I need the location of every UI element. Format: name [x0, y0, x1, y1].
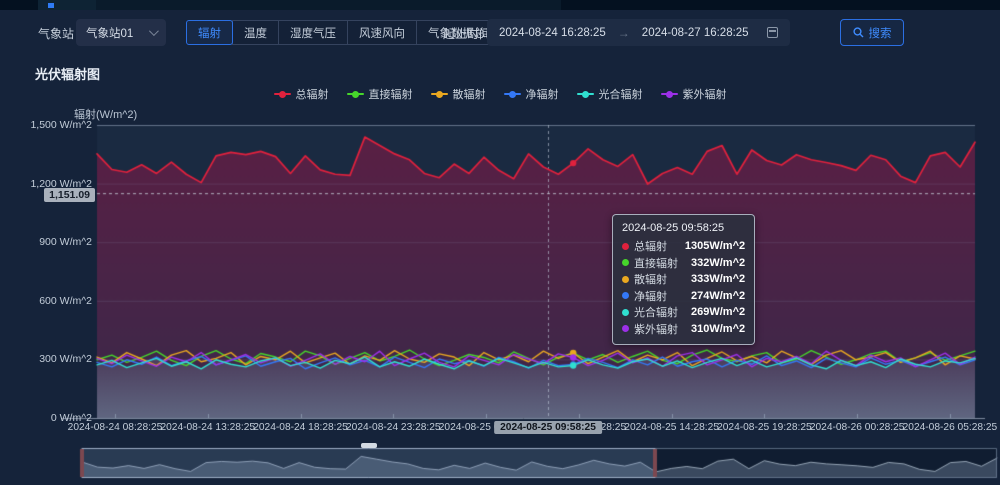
axis-pointer-label: 2024-08-25 09:58:25 [494, 421, 602, 434]
series-dot-icon [622, 292, 629, 299]
range-start-value[interactable]: 2024-08-24 16:28:25 [499, 27, 606, 39]
legend-marker [347, 90, 364, 98]
datazoom-drag-handle[interactable] [361, 443, 377, 448]
station-label: 气象站 [38, 25, 74, 42]
range-end-value[interactable]: 2024-08-27 16:28:25 [642, 27, 749, 39]
x-axis-label: 2024-08-25 19:28:25 [717, 422, 812, 433]
tooltip-row: 散辐射 333W/m^2 [622, 271, 745, 288]
tooltip: 2024-08-25 09:58:25 总辐射 1305W/m^2 直接辐射 3… [612, 214, 755, 345]
legend-item-par-radiation[interactable]: 光合辐射 [577, 86, 643, 102]
legend-label: 净辐射 [526, 86, 559, 102]
series-dot-icon [622, 325, 629, 332]
tooltip-row: 净辐射 274W/m^2 [622, 288, 745, 305]
page: 气象站 气象站01 辐射 温度 湿度气压 风速风向 气象数据总览 起止时间 20… [0, 0, 1000, 485]
series-dot-icon [622, 259, 629, 266]
tooltip-row: 紫外辐射 310W/m^2 [622, 321, 745, 338]
legend-label: 散辐射 [453, 86, 486, 102]
legend-item-uv-radiation[interactable]: 紫外辐射 [661, 86, 727, 102]
legend-item-net-radiation[interactable]: 净辐射 [504, 86, 559, 102]
series-dot-icon [622, 243, 629, 250]
legend-label: 紫外辐射 [683, 86, 727, 102]
tab-temperature[interactable]: 温度 [232, 20, 279, 45]
x-axis-label: 2024-08-26 00:28:25 [810, 422, 905, 433]
browser-tab-strip [0, 0, 1000, 10]
y-axis-label: 1,500 W/m^2 [0, 119, 92, 131]
station-select-value: 气象站01 [86, 25, 133, 41]
tooltip-title: 2024-08-25 09:58:25 [622, 222, 745, 234]
tooltip-row: 直接辐射 332W/m^2 [622, 255, 745, 272]
tooltip-row: 光合辐射 269W/m^2 [622, 304, 745, 321]
chevron-down-icon [149, 26, 159, 36]
legend-item-diffuse-radiation[interactable]: 散辐射 [431, 86, 486, 102]
x-axis-label: 2024-08-24 08:28:25 [68, 422, 163, 433]
radiation-line-chart[interactable] [0, 0, 1000, 485]
x-axis-label: 2024-08-24 23:28:25 [346, 422, 441, 433]
series-dot-icon [622, 276, 629, 283]
toolbar: 气象站 气象站01 辐射 温度 湿度气压 风速风向 气象数据总览 起止时间 20… [0, 10, 1000, 56]
legend-item-direct-radiation[interactable]: 直接辐射 [347, 86, 413, 102]
calendar-icon [767, 27, 778, 38]
search-button-label: 搜索 [869, 25, 892, 41]
tab-radiation[interactable]: 辐射 [186, 20, 233, 45]
tab-humidity-pressure[interactable]: 湿度气压 [278, 20, 348, 45]
search-icon [853, 27, 864, 38]
date-range-picker[interactable]: 2024-08-24 16:28:25 → 2024-08-27 16:28:2… [487, 19, 790, 46]
tooltip-row: 总辐射 1305W/m^2 [622, 238, 745, 255]
legend-label: 直接辐射 [369, 86, 413, 102]
series-dot-icon [622, 309, 629, 316]
legend-item-total-radiation[interactable]: 总辐射 [274, 86, 329, 102]
legend-marker [504, 90, 521, 98]
x-axis-label: 2024-08-24 13:28:25 [160, 422, 255, 433]
search-button[interactable]: 搜索 [840, 19, 904, 46]
legend-label: 总辐射 [296, 86, 329, 102]
station-select[interactable]: 气象站01 [76, 19, 166, 46]
legend-marker [431, 90, 448, 98]
x-axis-label: 2024-08-24 18:28:25 [253, 422, 348, 433]
legend-marker [577, 90, 594, 98]
x-axis-label: 2024-08-25 14:28:25 [624, 422, 719, 433]
y-marker-badge: 1,151.09 [44, 188, 95, 202]
app-tab-icon [48, 3, 54, 8]
legend: 总辐射 直接辐射 散辐射 净辐射 光合辐射 紫外辐射 [0, 86, 1000, 102]
app-tab[interactable] [38, 0, 96, 10]
x-axis-label: 2024-08-26 05:28:25 [903, 422, 998, 433]
tab-strip-segment [96, 0, 561, 10]
chart-title: 光伏辐射图 [35, 64, 100, 83]
tab-wind-speed-direction[interactable]: 风速风向 [347, 20, 417, 45]
legend-marker [661, 90, 678, 98]
y-axis-label: 300 W/m^2 [0, 353, 92, 365]
legend-marker [274, 90, 291, 98]
range-label: 起止时间 [443, 25, 491, 42]
y-axis-label: 600 W/m^2 [0, 295, 92, 307]
datazoom-slider[interactable] [82, 448, 997, 478]
legend-label: 光合辐射 [599, 86, 643, 102]
y-axis-label: 900 W/m^2 [0, 236, 92, 248]
arrow-right-icon: → [618, 26, 630, 40]
